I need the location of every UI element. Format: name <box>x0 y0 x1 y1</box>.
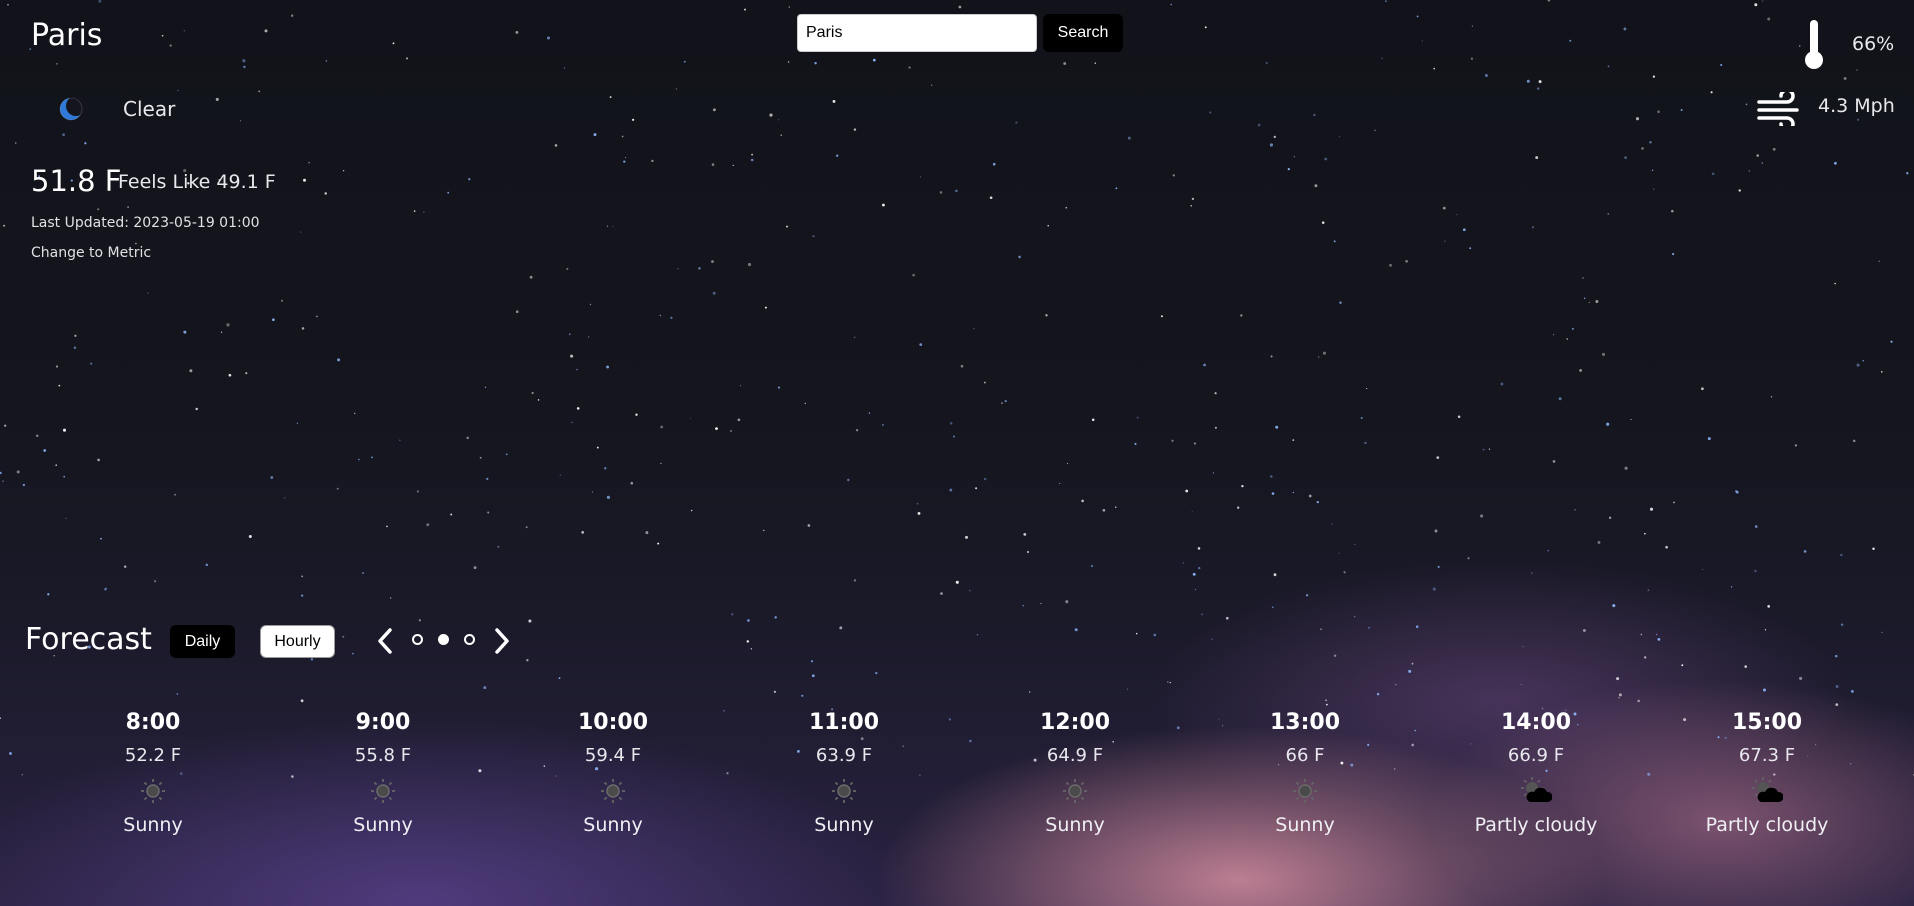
chevron-left-icon[interactable] <box>375 627 395 655</box>
forecast-temperature: 64.9 F <box>1046 745 1104 766</box>
last-updated: Last Updated: 2023-05-19 01:00 <box>31 215 260 231</box>
forecast-temperature: 66 F <box>1285 745 1325 766</box>
forecast-condition: Sunny <box>1275 814 1335 836</box>
forecast-time: 15:00 <box>1731 710 1803 735</box>
pagination-dot-3[interactable] <box>464 634 475 645</box>
forecast-condition: Sunny <box>353 814 413 836</box>
forecast-title: Forecast <box>25 622 152 657</box>
thermometer-icon <box>1805 20 1823 69</box>
forecast-time: 11:00 <box>808 710 880 735</box>
sun-icon <box>601 779 625 803</box>
forecast-time: 10:00 <box>577 710 649 735</box>
forecast-time: 8:00 <box>125 710 181 735</box>
wind-icon <box>1757 92 1799 126</box>
daily-button[interactable]: Daily <box>170 625 235 658</box>
forecast-condition: Partly cloudy <box>1705 814 1829 836</box>
partly-cloudy-icon <box>1752 777 1783 802</box>
forecast-condition: Sunny <box>1045 814 1105 836</box>
forecast-time: 13:00 <box>1269 710 1341 735</box>
hourly-forecast-item: 10:00 59.4 F Sunny <box>513 710 713 836</box>
partly-cloudy-icon <box>1521 777 1552 802</box>
city-name: Paris <box>31 18 103 53</box>
forecast-temperature: 66.9 F <box>1507 745 1565 766</box>
hourly-forecast-item: 15:00 67.3 F Partly cloudy <box>1667 710 1867 836</box>
forecast-condition: Sunny <box>583 814 643 836</box>
forecast-temperature: 52.2 F <box>124 745 182 766</box>
feels-like: Feels Like 49.1 F <box>118 171 276 193</box>
hourly-forecast-item: 9:00 55.8 F Sunny <box>283 710 483 836</box>
humidity-value: 66% <box>1852 33 1895 55</box>
hourly-forecast-item: 12:00 64.9 F Sunny <box>975 710 1175 836</box>
search-input[interactable] <box>797 14 1037 52</box>
hourly-forecast-item: 14:00 66.9 F Partly cloudy <box>1436 710 1636 836</box>
condition-text: Clear <box>123 97 176 121</box>
sun-icon <box>371 779 395 803</box>
hourly-button[interactable]: Hourly <box>260 625 335 658</box>
wind-speed: 4.3 Mph <box>1818 95 1895 117</box>
hourly-forecast-item: 11:00 63.9 F Sunny <box>744 710 944 836</box>
forecast-condition: Partly cloudy <box>1474 814 1598 836</box>
forecast-time: 12:00 <box>1039 710 1111 735</box>
sun-icon <box>1293 779 1317 803</box>
chevron-right-icon[interactable] <box>492 627 512 655</box>
forecast-time: 9:00 <box>355 710 411 735</box>
hourly-forecast-item: 13:00 66 F Sunny <box>1205 710 1405 836</box>
sun-icon <box>832 779 856 803</box>
hourly-forecast-item: 8:00 52.2 F Sunny <box>53 710 253 836</box>
moon-icon <box>59 96 84 121</box>
forecast-condition: Sunny <box>123 814 183 836</box>
change-to-metric-link[interactable]: Change to Metric <box>31 245 151 261</box>
current-temperature: 51.8 F <box>31 164 122 198</box>
search-button[interactable]: Search <box>1043 14 1123 52</box>
sun-icon <box>141 779 165 803</box>
forecast-temperature: 63.9 F <box>815 745 873 766</box>
forecast-time: 14:00 <box>1500 710 1572 735</box>
forecast-temperature: 55.8 F <box>354 745 412 766</box>
forecast-condition: Sunny <box>814 814 874 836</box>
pagination-dot-1[interactable] <box>412 634 423 645</box>
sun-icon <box>1063 779 1087 803</box>
forecast-temperature: 59.4 F <box>584 745 642 766</box>
pagination-dot-2[interactable] <box>438 634 449 645</box>
forecast-temperature: 67.3 F <box>1738 745 1796 766</box>
